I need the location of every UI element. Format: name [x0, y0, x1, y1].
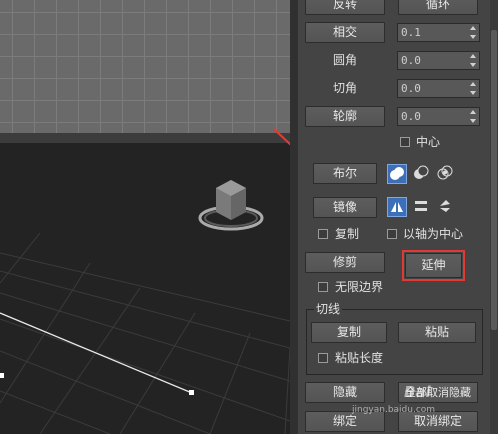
- top-viewport-grid: [0, 0, 290, 133]
- connect-button[interactable]: 相交: [305, 22, 385, 43]
- spinner-value: 0.1: [401, 26, 421, 39]
- mirror-vertical-tool[interactable]: [412, 197, 432, 217]
- about-pivot-label: 以轴为中心: [403, 227, 464, 241]
- copy-label: 复制: [335, 227, 360, 241]
- tangent-group-title: 切线: [314, 302, 343, 316]
- about-pivot-checkbox[interactable]: [387, 229, 397, 239]
- outline-spinner[interactable]: 0.0: [397, 107, 480, 126]
- union-tool[interactable]: [387, 164, 407, 184]
- paste-length-label: 粘贴长度: [335, 351, 384, 365]
- tangent-copy-button[interactable]: 复制: [311, 322, 387, 343]
- perspective-viewport[interactable]: [0, 143, 290, 434]
- chamfer-button[interactable]: 切角: [305, 78, 357, 99]
- spinner-value: 0.0: [401, 54, 421, 67]
- center-checkbox[interactable]: [400, 137, 410, 147]
- viewport-divider[interactable]: [0, 133, 290, 143]
- spline-vertex[interactable]: [0, 373, 4, 378]
- mirror-button[interactable]: 镜像: [313, 197, 377, 218]
- reverse-button[interactable]: 反转: [305, 0, 385, 15]
- spinner-arrows-icon[interactable]: [469, 25, 478, 40]
- subtract-icon: [414, 165, 429, 179]
- mirror-both-icon: [440, 200, 450, 212]
- mirror-horizontal-icon: [391, 202, 403, 212]
- spinner-arrows-icon[interactable]: [469, 53, 478, 68]
- trim-button[interactable]: 修剪: [305, 252, 385, 273]
- infinite-bounds-checkbox[interactable]: [318, 282, 328, 292]
- center-label: 中心: [416, 135, 441, 149]
- spinner-value: 0.0: [401, 110, 421, 123]
- chamfer-spinner[interactable]: 0.0: [397, 79, 480, 98]
- intersect-icon: [437, 165, 453, 180]
- spline-line[interactable]: [0, 312, 193, 394]
- extend-highlight-box: [402, 250, 465, 281]
- outline-button[interactable]: 轮廓: [305, 106, 385, 127]
- spline-vertex[interactable]: [189, 390, 194, 395]
- viewport-panel-separator: [290, 0, 298, 434]
- paste-length-checkbox[interactable]: [318, 353, 328, 363]
- union-icon: [390, 167, 404, 180]
- panel-scrollbar[interactable]: [490, 0, 498, 434]
- cycle-button[interactable]: 循环: [398, 0, 478, 15]
- top-viewport[interactable]: [0, 0, 290, 133]
- mirror-horizontal-tool[interactable]: [387, 197, 407, 217]
- boolean-button[interactable]: 布尔: [313, 163, 377, 184]
- mirror-both-tool[interactable]: [436, 197, 456, 217]
- infinite-bounds-label: 无限边界: [335, 280, 384, 294]
- intersect-tool[interactable]: [436, 164, 456, 184]
- intersect-threshold-spinner[interactable]: 0.1: [397, 23, 480, 42]
- viewcube-icon[interactable]: [196, 176, 274, 236]
- spinner-arrows-icon[interactable]: [469, 81, 478, 96]
- spinner-arrows-icon[interactable]: [469, 109, 478, 124]
- fillet-spinner[interactable]: 0.0: [397, 51, 480, 70]
- spinner-value: 0.0: [401, 82, 421, 95]
- mirror-vertical-icon: [415, 201, 427, 211]
- copy-checkbox[interactable]: [318, 229, 328, 239]
- fillet-button[interactable]: 圆角: [305, 50, 357, 71]
- watermark-brand: Bai: [404, 383, 431, 401]
- hide-button[interactable]: 隐藏: [305, 382, 385, 403]
- scrollbar-thumb[interactable]: [491, 30, 497, 330]
- watermark-site: jingyan.baidu.com: [352, 405, 436, 415]
- subtract-tool[interactable]: [412, 164, 432, 184]
- tangent-paste-button[interactable]: 粘贴: [398, 322, 476, 343]
